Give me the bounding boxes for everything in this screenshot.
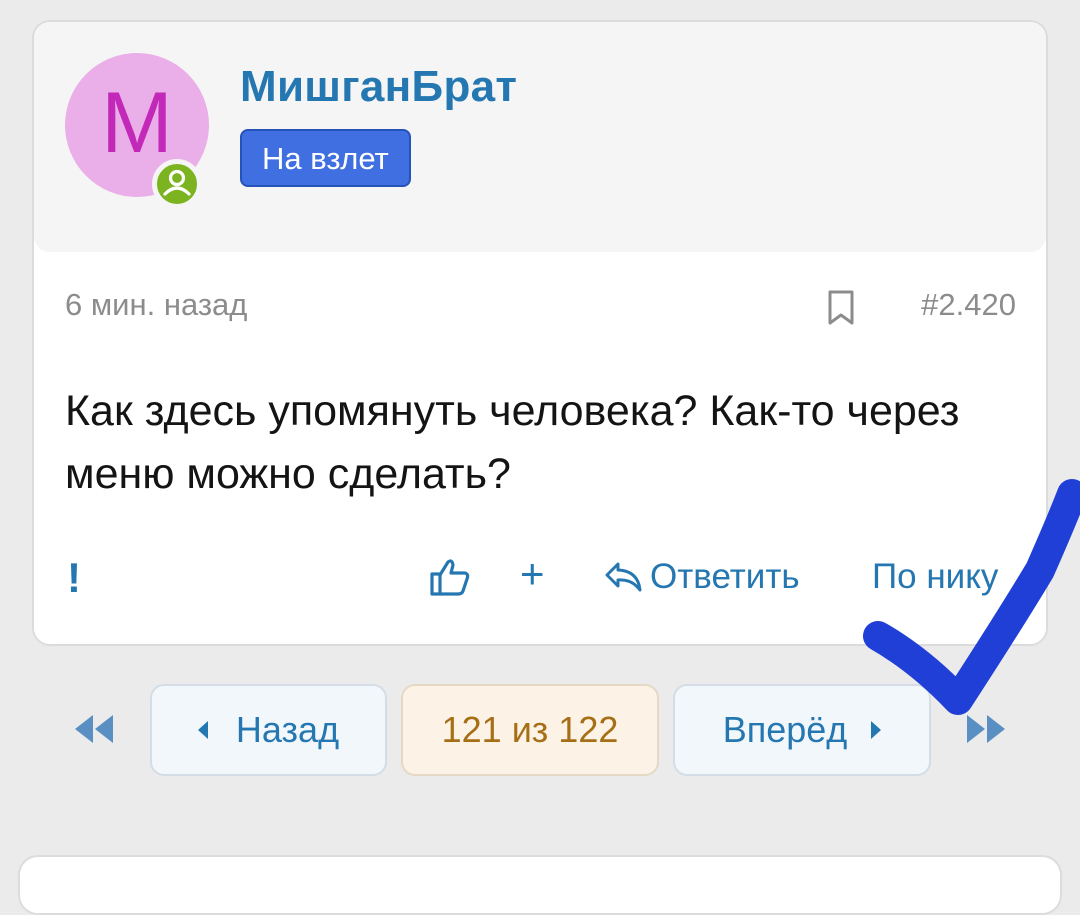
double-chevron-left-icon[interactable]	[73, 713, 115, 745]
mention-by-nick-button[interactable]: По нику	[872, 557, 998, 597]
user-online-icon	[152, 159, 202, 209]
post-author-header: M МишганБрат На взлет	[34, 22, 1046, 252]
double-chevron-right-icon[interactable]	[965, 713, 1007, 745]
reply-arrow-icon	[605, 562, 642, 592]
prev-page-label: Назад	[235, 709, 340, 750]
current-page-button[interactable]: 121 из 122	[401, 684, 659, 776]
caret-right-icon	[871, 721, 882, 739]
next-page-button[interactable]: Вперёд	[673, 684, 931, 776]
report-button[interactable]: !	[67, 554, 81, 602]
caret-left-icon	[197, 721, 208, 739]
add-reaction-button[interactable]: +	[520, 550, 545, 598]
reply-label: Ответить	[650, 557, 800, 596]
username-link[interactable]: МишганБрат	[240, 62, 517, 112]
post-time[interactable]: 6 мин. назад	[65, 287, 247, 323]
thumbs-up-icon[interactable]	[429, 557, 471, 597]
post-card: M МишганБрат На взлет 6 мин. назад #2.42…	[32, 20, 1048, 646]
bookmark-icon[interactable]	[826, 290, 856, 326]
user-rank-badge: На взлет	[240, 129, 411, 187]
next-post-card	[18, 855, 1062, 915]
post-number-link[interactable]: #2.420	[921, 287, 1016, 323]
current-page-label: 121 из 122	[441, 709, 619, 750]
prev-page-button[interactable]: Назад	[150, 684, 387, 776]
reply-button[interactable]: Ответить	[604, 557, 800, 597]
post-message: Как здесь упомянуть человека? Как-то чер…	[65, 387, 960, 498]
next-page-label: Вперёд	[722, 709, 848, 750]
